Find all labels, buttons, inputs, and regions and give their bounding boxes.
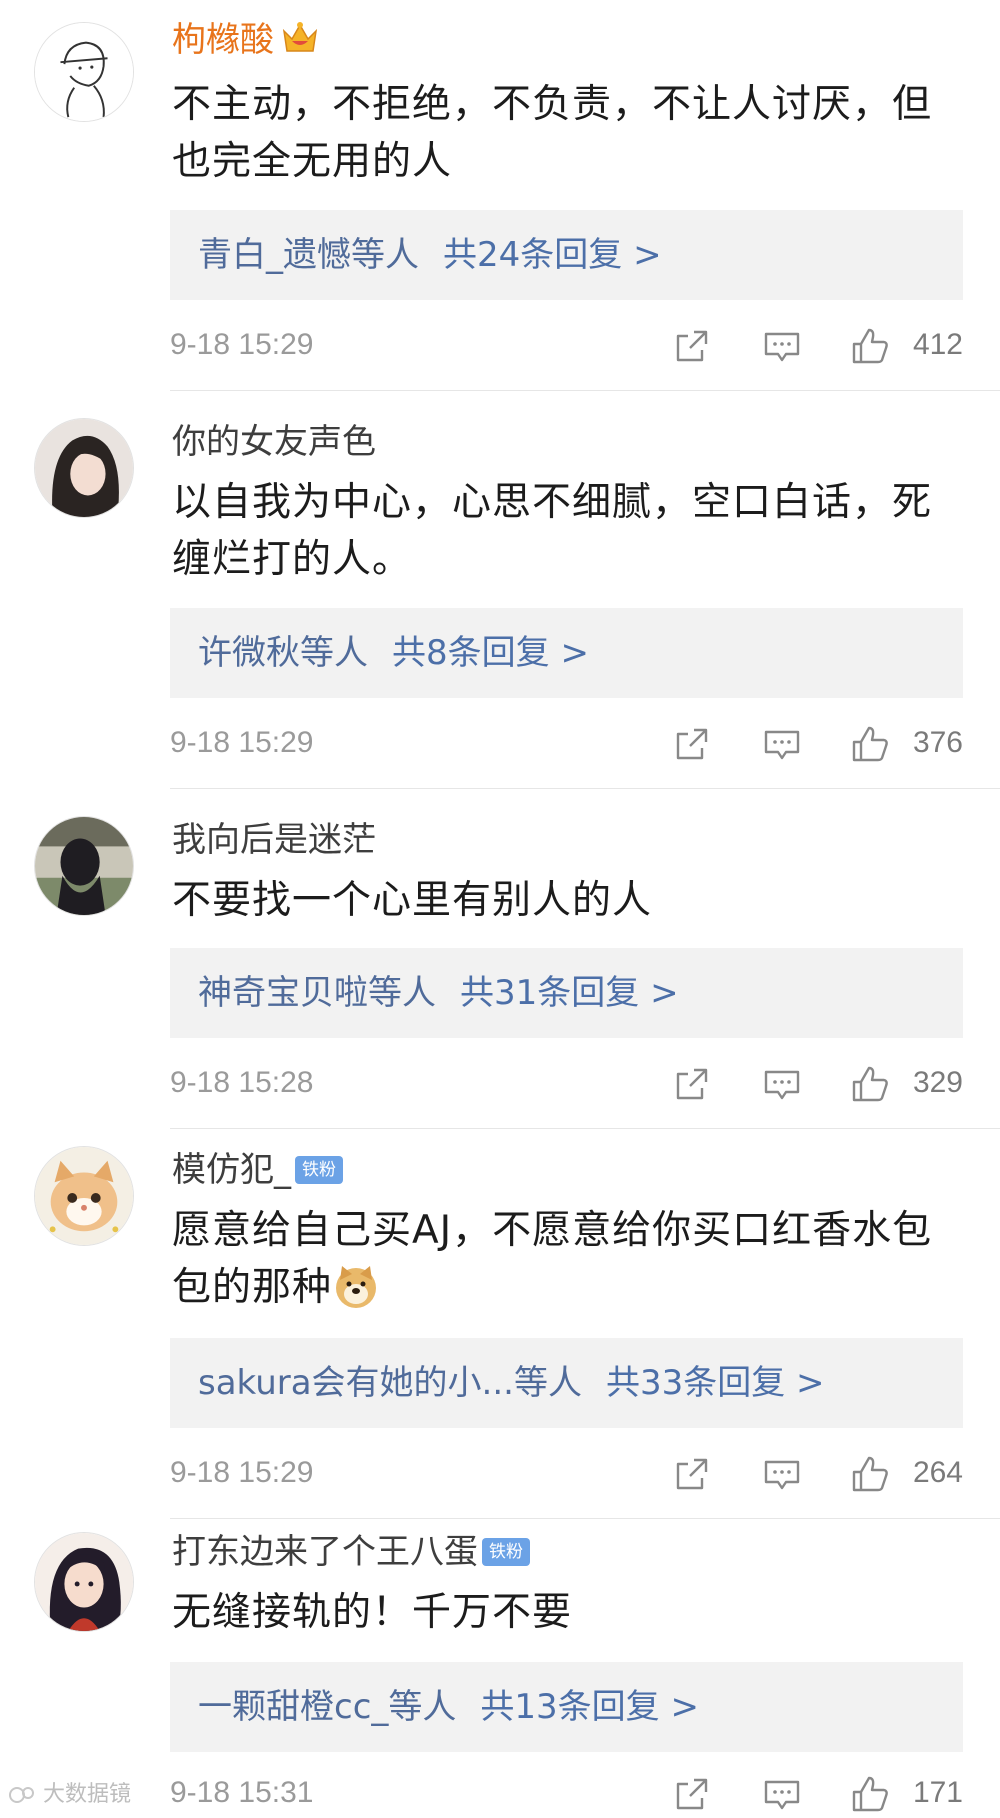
comment-text: 不主动，不拒绝，不负责，不让人讨厌，但也完全无用的人: [172, 82, 933, 184]
username-text[interactable]: 枸橼酸: [172, 20, 274, 60]
comment-meta: 9-18 15:31 171: [170, 1768, 963, 1818]
reply-count: 共33条回复 >: [605, 1363, 825, 1403]
reply-suffix: 等人: [351, 235, 419, 275]
username-text[interactable]: 打东边来了个王八蛋: [172, 1532, 478, 1572]
username-text[interactable]: 模仿犯_: [172, 1150, 291, 1190]
watermark: 大数据镜: [8, 1776, 131, 1808]
like-count: 264: [912, 1456, 963, 1489]
crown-icon: [282, 22, 318, 52]
timestamp: 9-18 15:29: [170, 1456, 314, 1489]
timestamp: 9-18 15:29: [170, 328, 314, 361]
timestamp: 9-18 15:28: [170, 1066, 314, 1099]
username[interactable]: 我向后是迷茫: [172, 818, 376, 862]
avatar-anime-girl: [35, 1533, 133, 1631]
avatar-cat-photo: [35, 1147, 133, 1245]
comment-icon[interactable]: [762, 1774, 802, 1814]
comment-text-content: 愿意给自己买AJ，不愿意给你买口红香水包包的那种: [172, 1208, 933, 1310]
reply-names: 青白_遗憾: [198, 235, 351, 275]
like-count: 412: [912, 328, 963, 361]
divider: [170, 1128, 1000, 1129]
like-count: 171: [912, 1776, 963, 1809]
reply-names: 许微秋: [198, 633, 300, 673]
fan-badge: 铁粉: [482, 1538, 530, 1566]
replies-link[interactable]: 青白_遗憾等人 共24条回复 >: [170, 210, 963, 300]
replies-link[interactable]: sakura会有她的小...等人 共33条回复 >: [170, 1338, 963, 1428]
avatar-photo: [35, 817, 133, 915]
comment-icon[interactable]: [762, 326, 802, 366]
divider: [170, 390, 1000, 391]
fan-badge: 铁粉: [295, 1156, 343, 1184]
share-icon[interactable]: [672, 1774, 712, 1814]
reply-names: 神奇宝贝啦: [198, 973, 368, 1013]
divider: [170, 788, 1000, 789]
thumbs-up-icon[interactable]: [850, 1064, 890, 1104]
reply-suffix: 等人: [300, 633, 368, 673]
watermark-logo-icon: [9, 1787, 34, 1803]
comment-meta: 9-18 15:28 329: [170, 1058, 963, 1108]
comment-text: 以自我为中心，心思不细腻，空口白话，死缠烂打的人。: [172, 480, 933, 582]
comment-icon[interactable]: [762, 1064, 802, 1104]
reply-count: 共31条回复 >: [460, 973, 679, 1013]
reply-count: 共24条回复 >: [443, 235, 662, 275]
reply-names: 一颗甜橙cc_: [198, 1687, 389, 1727]
share-icon[interactable]: [672, 326, 712, 366]
avatar-line-drawing: [35, 23, 133, 121]
username-text[interactable]: 我向后是迷茫: [172, 820, 376, 860]
reply-suffix: 等人: [513, 1363, 582, 1403]
timestamp: 9-18 15:29: [170, 726, 314, 759]
thumbs-up-icon[interactable]: [850, 326, 890, 366]
share-icon[interactable]: [672, 1454, 712, 1494]
replies-link[interactable]: 许微秋等人 共8条回复 >: [170, 608, 963, 698]
avatar[interactable]: [34, 816, 134, 916]
username[interactable]: 你的女友声色: [172, 420, 376, 464]
comment-meta: 9-18 15:29 264: [170, 1448, 963, 1498]
username[interactable]: 打东边来了个王八蛋 铁粉: [172, 1530, 530, 1574]
comment-text: 愿意给自己买AJ，不愿意给你买口红香水包包的那种: [172, 1202, 952, 1316]
reply-names: sakura会有她的小...: [198, 1363, 514, 1403]
timestamp: 9-18 15:31: [170, 1776, 314, 1809]
divider: [170, 1518, 1000, 1519]
like-count: 376: [912, 726, 963, 759]
thumbs-up-icon[interactable]: [850, 724, 890, 764]
thumbs-up-icon[interactable]: [850, 1454, 890, 1494]
username[interactable]: 模仿犯_ 铁粉: [172, 1148, 343, 1192]
avatar-photo: [35, 419, 133, 517]
like-count: 329: [912, 1066, 963, 1099]
thumbs-up-icon[interactable]: [850, 1774, 890, 1814]
username-text[interactable]: 你的女友声色: [172, 422, 376, 462]
watermark-text: 大数据镜: [43, 1782, 132, 1807]
doge-emoji-icon: [336, 1266, 377, 1308]
comment-meta: 9-18 15:29 376: [170, 718, 963, 768]
comment-meta: 9-18 15:29 412: [170, 320, 963, 370]
username[interactable]: 枸橼酸: [172, 18, 320, 62]
avatar[interactable]: [34, 1146, 134, 1246]
avatar[interactable]: [34, 418, 134, 518]
avatar[interactable]: [34, 22, 134, 122]
replies-link[interactable]: 一颗甜橙cc_等人 共13条回复 >: [170, 1662, 963, 1752]
reply-suffix: 等人: [388, 1687, 457, 1727]
comment-icon[interactable]: [762, 1454, 802, 1494]
comment-text: 无缝接轨的！千万不要: [172, 1590, 573, 1635]
reply-count: 共13条回复 >: [480, 1687, 699, 1727]
comment-text: 不要找一个心里有别人的人: [172, 878, 653, 923]
reply-count: 共8条回复 >: [392, 633, 589, 673]
replies-link[interactable]: 神奇宝贝啦等人 共31条回复 >: [170, 948, 963, 1038]
share-icon[interactable]: [672, 724, 712, 764]
avatar[interactable]: [34, 1532, 134, 1632]
reply-suffix: 等人: [368, 973, 436, 1013]
share-icon[interactable]: [672, 1064, 712, 1104]
comment-icon[interactable]: [762, 724, 802, 764]
